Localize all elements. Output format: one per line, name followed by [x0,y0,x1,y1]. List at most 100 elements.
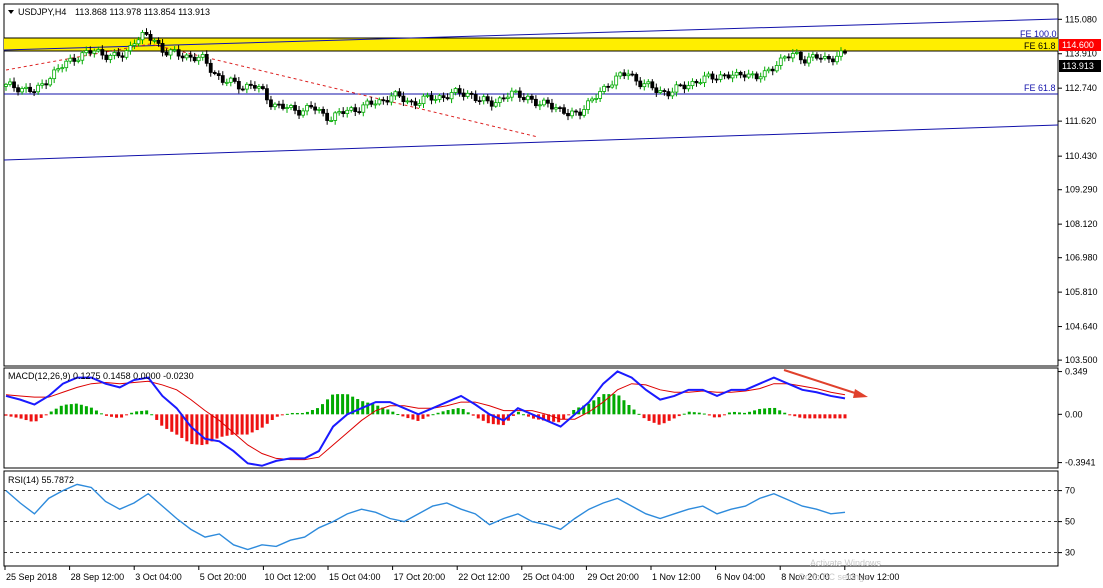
macd-histogram-bar [411,414,415,420]
macd-histogram-bar [74,403,78,415]
fe618-low-label: FE 61.8 [1024,83,1056,93]
macd-histogram-bar [170,414,174,432]
macd-histogram-bar [240,414,244,435]
candle-body [252,85,257,89]
macd-histogram-bar [396,414,400,416]
candle-body [513,90,518,93]
macd-histogram-bar [220,414,224,437]
candle-body [778,57,783,66]
candle-body [285,107,289,109]
main-price-panel[interactable] [3,3,1059,367]
macd-histogram-bar [486,414,490,424]
macd-histogram-bar [346,394,350,415]
candle-body [770,68,775,72]
candle-body [634,74,639,82]
macd-histogram-bar [64,404,68,415]
candle-body [36,84,41,93]
candle-body [365,100,370,106]
macd-histogram-bar [763,408,767,415]
macd-histogram-bar [431,414,435,416]
candle-body [341,111,346,115]
candle-body [786,56,791,59]
candle-body [337,111,342,114]
macd-label: MACD(12,26,9) 0.1275 0.1458 0.0000 -0.02… [8,371,194,381]
candle-body [602,85,607,92]
candle-body [40,83,45,86]
time-tick-label: 22 Oct 12:00 [458,572,510,582]
macd-histogram-bar [175,414,179,435]
candle-body [228,77,233,83]
candle-body [132,43,137,46]
candle-body [823,55,827,59]
candle-body [674,84,679,93]
price-tick-label: 106.980 [1065,253,1098,263]
symbol-label: USDJPY,H4 [18,7,66,17]
candle-body [814,54,819,59]
macd-histogram-bar [391,411,395,415]
candle-body [726,74,731,79]
candle-body [373,103,378,106]
candle-body [618,72,623,77]
candle-body [353,107,358,113]
candle-body [120,55,125,58]
candle-body [461,92,466,97]
macd-histogram-bar [642,414,646,419]
candle-body [835,55,839,63]
candle-body [642,83,647,88]
candle-body [497,97,502,104]
candle-body [690,80,695,87]
macd-histogram-bar [476,414,480,419]
macd-histogram-bar [160,414,164,426]
time-tick-label: 6 Nov 04:00 [717,572,766,582]
macd-histogram-bar [89,407,93,415]
candle-body [622,72,627,77]
candle-body [762,70,767,78]
macd-histogram-bar [838,414,842,419]
rsi-panel[interactable] [3,470,1059,567]
candle-body [381,99,386,102]
zone-price-tag-text: 114.600 [1062,40,1094,50]
candle-body [196,56,201,62]
candle-body [694,80,699,84]
candle-body [164,51,169,56]
candle-body [200,54,205,58]
macd-histogram-bar [321,404,325,415]
macd-histogram-bar [471,414,475,416]
price-tick-label: 104.640 [1065,322,1098,332]
price-tick-label: 115.080 [1065,14,1097,24]
candle-body [473,94,478,102]
candle-body [329,120,334,122]
macd-histogram-bar [778,410,782,415]
macd-histogram-bar [783,412,787,415]
time-tick-label: 1 Nov 12:00 [652,572,701,582]
macd-histogram-bar [225,414,229,436]
candle-body [80,52,85,61]
candle-body [144,31,149,35]
candle-body [558,107,562,109]
macd-histogram-bar [245,414,249,435]
macd-histogram-bar [828,414,832,419]
macd-histogram-bar [401,414,405,417]
candle-body [457,88,462,94]
candle-body [594,98,599,100]
candle-body [317,108,322,111]
candle-body [325,112,330,121]
price-tick-label: 109.290 [1065,185,1098,195]
candle-body [614,75,619,86]
macd-histogram-bar [315,408,319,415]
macd-histogram-bar [687,411,691,415]
chart-window: USDJPY,H4 113.868 113.978 113.854 113.91… [3,3,1101,582]
macd-histogram-bar [270,414,274,420]
macd-histogram-bar [707,414,711,416]
candle-body [192,56,197,62]
macd-histogram-bar [416,414,420,421]
candle-body [810,54,815,58]
candle-body [96,49,101,52]
macd-histogram-bar [466,412,470,415]
macd-histogram-bar [14,414,18,418]
candle-body [578,111,582,116]
candle-body [819,57,823,60]
macd-histogram-bar [647,414,651,421]
macd-histogram-bar [657,414,661,425]
candle-body [425,94,430,97]
